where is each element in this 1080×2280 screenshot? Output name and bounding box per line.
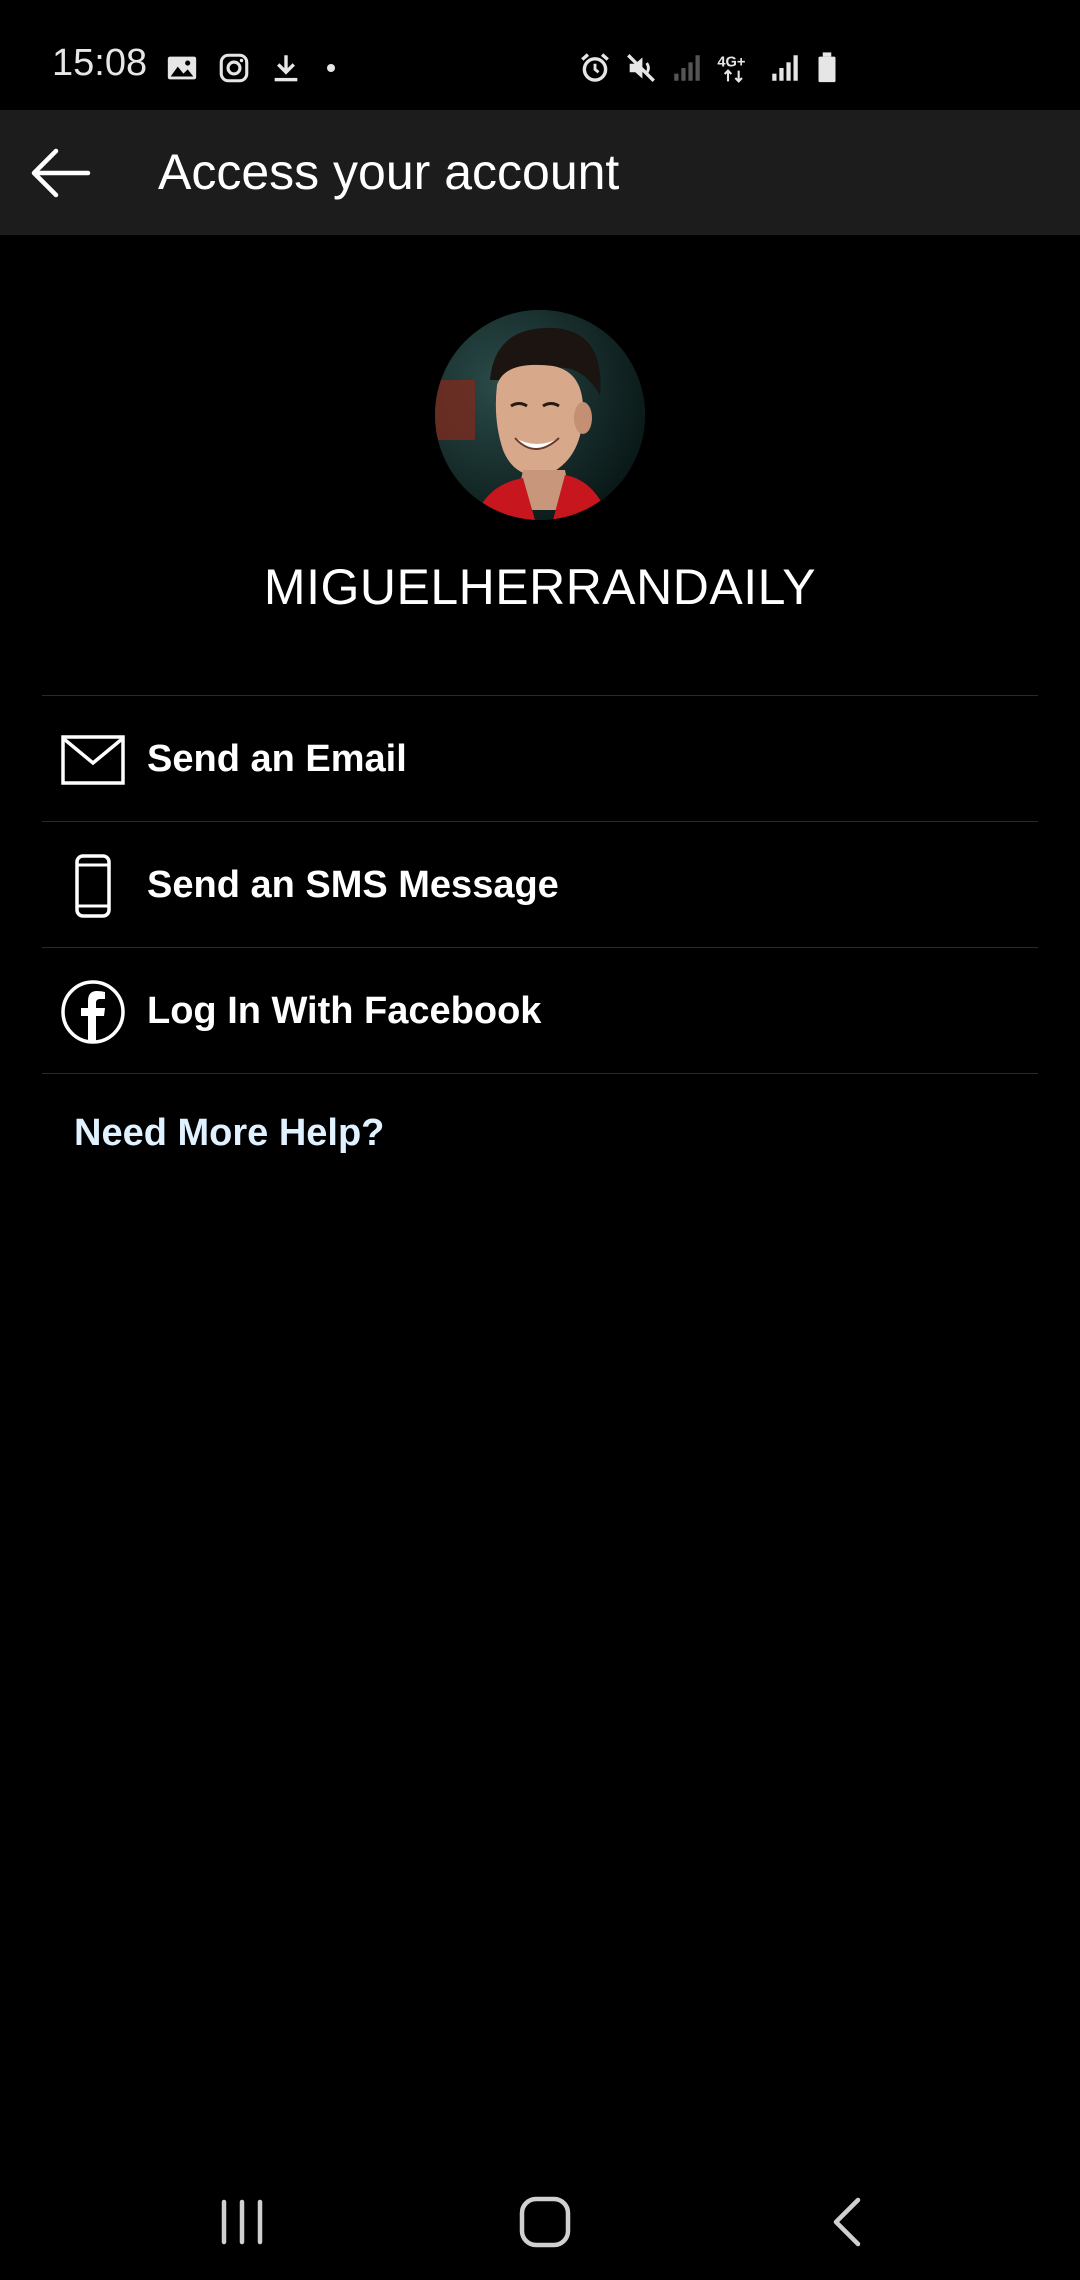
app-bar: Access your account [0, 110, 1080, 235]
send-sms-label: Send an SMS Message [147, 864, 559, 906]
back-button[interactable] [22, 138, 102, 208]
send-sms-option[interactable]: Send an SMS Message [42, 821, 1038, 947]
dot-icon [321, 51, 341, 85]
svg-text:4G+: 4G+ [717, 55, 745, 71]
page-title: Access your account [158, 144, 620, 200]
mute-icon [624, 51, 658, 85]
status-time: 15:08 [52, 42, 148, 84]
signal-weak-icon [670, 51, 704, 85]
alarm-icon [578, 51, 612, 85]
system-nav-bar [0, 2150, 1080, 2280]
facebook-login-option[interactable]: Log In With Facebook [42, 947, 1038, 1074]
home-icon [510, 2192, 580, 2252]
facebook-icon [60, 979, 126, 1045]
status-left-icons [165, 48, 341, 88]
send-email-option[interactable]: Send an Email [42, 695, 1038, 821]
phone-icon [60, 853, 126, 919]
send-email-label: Send an Email [147, 738, 407, 780]
status-bar: 15:08 4G+ [0, 0, 1080, 110]
avatar [435, 310, 645, 520]
gallery-icon [165, 51, 199, 85]
mail-icon [60, 727, 126, 793]
status-right-icons: 4G+ [578, 48, 840, 88]
recovery-options: Send an Email Send an SMS Message Log In… [42, 695, 1038, 1074]
arrow-left-icon [22, 138, 102, 208]
need-more-help-link[interactable]: Need More Help? [74, 1108, 384, 1158]
network-4g-icon: 4G+ [716, 51, 756, 85]
username: MIGUELHERRANDAILY [263, 559, 817, 615]
nav-back-button[interactable] [812, 2192, 882, 2252]
signal-icon [768, 51, 802, 85]
back-icon [812, 2192, 882, 2252]
recents-icon [207, 2192, 277, 2252]
home-button[interactable] [510, 2192, 580, 2252]
instagram-icon [217, 51, 251, 85]
battery-icon [814, 51, 840, 85]
recents-button[interactable] [207, 2192, 277, 2252]
download-icon [269, 51, 303, 85]
facebook-login-label: Log In With Facebook [147, 990, 542, 1032]
